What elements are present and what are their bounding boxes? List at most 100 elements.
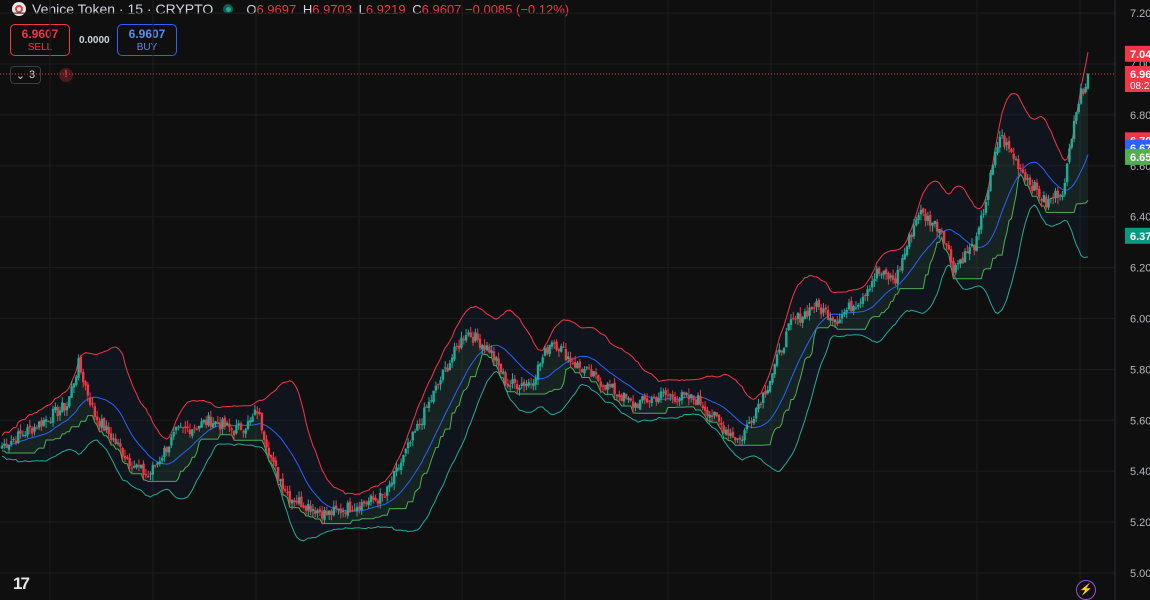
candle-body — [321, 511, 324, 519]
candle-body — [796, 312, 800, 319]
candle-body — [1003, 135, 1006, 147]
candle-body — [462, 339, 465, 341]
candle-body — [304, 505, 308, 511]
candle-body — [311, 509, 315, 511]
candle-body — [601, 385, 605, 387]
candle-body — [230, 428, 233, 430]
candle-body — [743, 430, 746, 441]
candle-body — [56, 406, 59, 417]
candle-body — [662, 391, 665, 393]
candle-body — [10, 441, 13, 445]
candle-body — [1084, 87, 1087, 93]
candle-body — [694, 399, 698, 405]
candle-body — [35, 427, 39, 429]
candle-body — [3, 443, 6, 446]
candle-body — [481, 345, 484, 350]
lightning-icon[interactable]: ⚡ — [1076, 580, 1096, 600]
candle-body — [968, 247, 971, 254]
candle-body — [346, 502, 349, 516]
candle-body — [822, 308, 825, 313]
candle-body — [7, 444, 11, 450]
candle-body — [963, 251, 967, 263]
candle-body — [785, 331, 788, 348]
candle-body — [699, 396, 702, 405]
candle-body — [648, 400, 651, 402]
candle-body — [485, 345, 489, 351]
candle-body — [446, 367, 449, 372]
candle-body — [133, 465, 136, 468]
tradingview-logo-icon[interactable]: 17 — [13, 574, 30, 594]
candle-body — [146, 476, 150, 478]
candle-body — [156, 462, 159, 465]
candle-body — [24, 434, 27, 436]
candle-body — [996, 147, 999, 154]
price-chart[interactable]: 7.207.006.806.606.406.206.005.805.605.40… — [0, 0, 1150, 600]
candle-body — [669, 394, 672, 396]
candle-body — [843, 311, 846, 315]
candle-body — [1049, 197, 1053, 199]
candle-body — [652, 396, 656, 398]
candle-body — [439, 380, 442, 385]
candle-body — [1038, 188, 1041, 198]
candle-body — [267, 448, 271, 457]
candle-body — [708, 414, 711, 418]
candle-body — [167, 446, 171, 453]
candle-body — [54, 406, 57, 411]
candle-body — [956, 263, 960, 265]
candle-body — [495, 357, 498, 361]
candle-body — [625, 393, 628, 399]
candle-body — [1007, 140, 1011, 149]
candle-body — [604, 384, 607, 390]
candle-body — [833, 319, 837, 323]
price-tag-label: 7.04 — [1130, 49, 1150, 61]
candle-body — [520, 383, 523, 386]
candle-body — [353, 509, 356, 511]
candle-body — [506, 383, 510, 387]
candle-body — [933, 220, 937, 225]
candle-body — [21, 434, 25, 436]
candle-body — [993, 151, 997, 166]
candle-body — [112, 438, 115, 440]
candle-body — [1047, 198, 1050, 208]
candle-body — [351, 510, 354, 512]
candle-body — [272, 457, 275, 462]
candle-body — [65, 406, 69, 411]
candle-body — [678, 398, 681, 402]
candle-body — [819, 307, 823, 315]
candle-body — [590, 369, 593, 377]
candle-body — [355, 507, 359, 512]
candle-body — [710, 415, 714, 418]
candle-body — [235, 425, 238, 434]
candle-body — [33, 426, 36, 432]
candle-body — [123, 456, 127, 459]
price-axis-tick: 5.40 — [1130, 466, 1150, 478]
candle-body — [845, 309, 848, 313]
candle-body — [896, 269, 899, 284]
candle-body — [402, 454, 405, 463]
candle-body — [919, 209, 923, 215]
candle-body — [309, 505, 312, 512]
candle-body — [228, 423, 231, 428]
price-axis-tick: 7.20 — [1130, 8, 1150, 20]
candle-body — [14, 440, 18, 443]
candle-body — [441, 369, 445, 380]
candle-body — [1000, 135, 1004, 137]
candle-body — [181, 427, 185, 429]
candle-body — [889, 275, 892, 278]
candle-body — [109, 433, 113, 440]
candle-body — [882, 270, 885, 275]
candle-body — [223, 417, 226, 427]
candle-body — [613, 382, 616, 395]
candle-body — [1017, 159, 1020, 170]
candle-body — [977, 227, 981, 235]
candle-body — [434, 385, 438, 391]
candle-body — [411, 431, 414, 441]
candle-body — [991, 164, 995, 175]
candle-body — [260, 412, 264, 431]
candle-body — [683, 391, 686, 395]
candle-body — [163, 447, 166, 458]
candle-body — [525, 383, 528, 387]
candle-body — [251, 416, 254, 422]
candle-body — [578, 361, 582, 368]
candle-body — [1051, 196, 1055, 199]
